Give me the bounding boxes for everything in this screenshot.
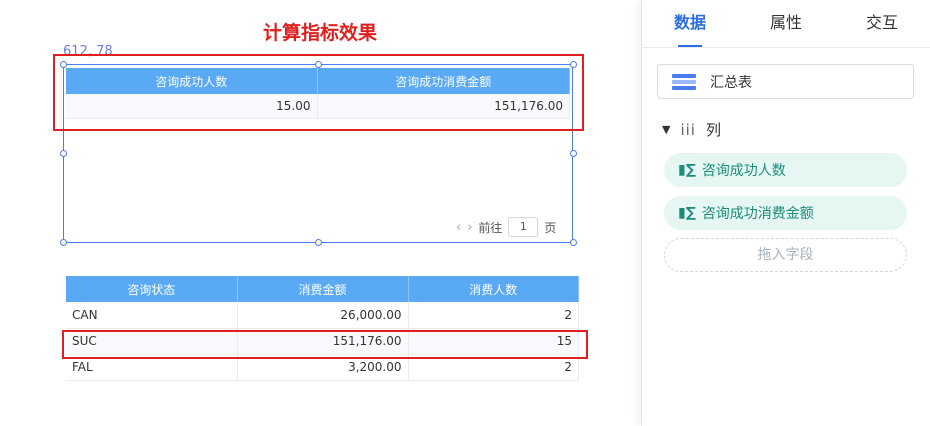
column-header[interactable]: 消费人数 — [408, 276, 579, 302]
field-drop-zone[interactable]: 拖入字段 — [664, 238, 907, 272]
table-row: CAN 26,000.00 2 — [66, 302, 579, 329]
table-type-selector[interactable]: 汇总表 — [657, 64, 914, 99]
page-suffix: 页 — [544, 220, 557, 235]
measure-icon: ▮∑ — [678, 205, 696, 221]
page-number-input[interactable]: 1 — [508, 217, 539, 237]
detail-table: 咨询状态 消费金额 消费人数 CAN 26,000.00 2 SUC 151,1… — [66, 276, 579, 381]
resize-handle-l[interactable] — [60, 150, 67, 157]
highlight-box — [62, 330, 588, 359]
table-type-label: 汇总表 — [710, 74, 752, 91]
columns-label: 列 — [705, 121, 721, 139]
goto-label: 前往 — [478, 220, 503, 235]
columns-section-header[interactable]: ▼ iii 列 — [662, 119, 721, 140]
resize-handle-br[interactable] — [570, 239, 577, 246]
columns-icon: iii — [680, 120, 696, 139]
prev-page-icon[interactable]: ‹ — [456, 220, 461, 235]
properties-panel: 数据 属性 交互 汇总表 ▼ iii 列 ▮∑ 咨询成功人数 ▮∑ 咨询成功消费… — [641, 0, 930, 426]
next-page-icon[interactable]: › — [467, 220, 472, 235]
tab-data[interactable]: 数据 — [642, 0, 738, 47]
panel-tabs: 数据 属性 交互 — [642, 0, 930, 48]
highlight-box — [53, 54, 584, 131]
table-cell: 2 — [408, 302, 579, 329]
column-header[interactable]: 咨询状态 — [66, 276, 238, 302]
table-cell: 26,000.00 — [237, 302, 409, 329]
field-label: 咨询成功人数 — [701, 163, 786, 179]
pagination: ‹ › 前往 1 页 — [456, 217, 556, 237]
table-icon — [672, 73, 696, 90]
tab-interaction[interactable]: 交互 — [834, 0, 930, 47]
column-header[interactable]: 消费金额 — [237, 276, 409, 302]
field-label: 咨询成功消费金额 — [701, 206, 814, 222]
resize-handle-bl[interactable] — [60, 239, 67, 246]
resize-handle-b[interactable] — [315, 239, 322, 246]
chevron-down-icon: ▼ — [662, 123, 671, 136]
page-title: 计算指标效果 — [262, 22, 377, 44]
table-cell: CAN — [66, 302, 238, 329]
resize-handle-r[interactable] — [570, 150, 577, 157]
field-chip[interactable]: ▮∑ 咨询成功人数 — [664, 153, 907, 187]
tab-properties[interactable]: 属性 — [738, 0, 834, 47]
measure-icon: ▮∑ — [678, 162, 696, 178]
field-chip[interactable]: ▮∑ 咨询成功消费金额 — [664, 196, 907, 230]
dashboard-canvas: 计算指标效果 612, 78 咨询成功人数 咨询成功消费金额 15.00 151… — [0, 0, 640, 426]
